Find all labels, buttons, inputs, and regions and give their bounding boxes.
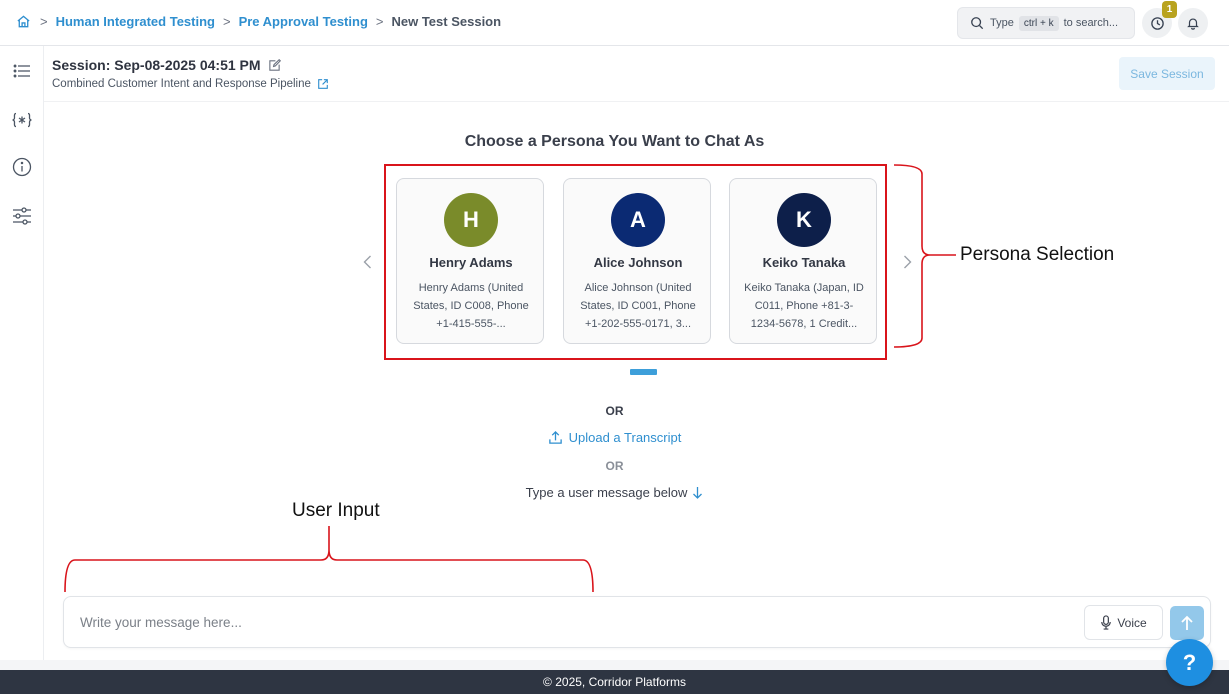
type-below-hint: Type a user message below <box>0 485 1229 500</box>
type-below-text: Type a user message below <box>525 485 688 500</box>
carousel-page-indicator[interactable] <box>630 369 657 375</box>
pipeline-name: Combined Customer Intent and Response Pi… <box>52 78 311 90</box>
breadcrumb-current: New Test Session <box>391 13 502 29</box>
upload-transcript-label: Upload a Transcript <box>568 430 682 445</box>
footer-copyright: © 2025, Corridor Platforms <box>543 675 686 689</box>
chevron-right-icon: > <box>40 13 48 29</box>
session-title-row: Session: Sep-08-2025 04:51 PM <box>52 57 281 73</box>
persona-name: Keiko Tanaka <box>762 255 846 270</box>
persona-description: Keiko Tanaka (Japan, ID C011, Phone +81-… <box>744 282 864 330</box>
message-composer: Voice <box>63 596 1211 648</box>
braces-asterisk-icon <box>12 112 32 128</box>
session-header: Session: Sep-08-2025 04:51 PM Combined C… <box>44 46 1229 102</box>
send-button[interactable] <box>1170 606 1204 640</box>
help-button[interactable]: ? <box>1166 639 1213 686</box>
avatar: K <box>777 193 831 247</box>
sliders-icon <box>13 207 31 225</box>
persona-description: Alice Johnson (United States, ID C001, P… <box>580 282 696 330</box>
info-icon <box>12 157 32 177</box>
message-input[interactable] <box>80 611 980 633</box>
avatar: A <box>611 193 665 247</box>
persona-description: Henry Adams (United States, ID C008, Pho… <box>413 282 529 330</box>
search-prefix: Type <box>990 17 1014 29</box>
history-badge: 1 <box>1162 1 1177 18</box>
edit-icon[interactable] <box>268 58 281 72</box>
external-link-icon[interactable] <box>317 78 329 90</box>
history-button[interactable]: 1 <box>1142 1 1177 38</box>
top-bar: > Human Integrated Testing > Pre Approva… <box>0 0 1229 46</box>
chevron-right-icon: > <box>375 13 384 29</box>
arrow-down-icon <box>693 486 703 499</box>
voice-button[interactable]: Voice <box>1084 605 1163 640</box>
user-input-annotation: User Input <box>292 500 380 521</box>
home-icon[interactable] <box>14 12 32 30</box>
rail-settings-button[interactable] <box>9 203 35 229</box>
persona-heading: Choose a Persona You Want to Chat As <box>464 133 765 150</box>
search-shortcut: ctrl + k <box>1018 15 1059 31</box>
rail-list-button[interactable] <box>9 58 35 84</box>
upload-icon <box>548 430 562 444</box>
breadcrumb: > Human Integrated Testing > Pre Approva… <box>14 11 501 31</box>
pipeline-row: Combined Customer Intent and Response Pi… <box>52 78 329 90</box>
search-icon <box>971 17 984 30</box>
save-session-button[interactable]: Save Session <box>1119 57 1215 90</box>
footer-spacer <box>0 660 1229 670</box>
persona-name: Alice Johnson <box>593 255 683 270</box>
rail-variables-button[interactable] <box>9 107 35 133</box>
footer: © 2025, Corridor Platforms <box>0 670 1229 694</box>
search-box[interactable]: Type ctrl + k to search... <box>957 7 1135 39</box>
avatar: H <box>444 193 498 247</box>
bell-icon <box>1187 18 1199 30</box>
carousel-prev-button[interactable] <box>360 252 374 272</box>
chevron-left-icon <box>363 255 371 269</box>
rail-info-button[interactable] <box>9 154 35 180</box>
persona-card-alice-johnson[interactable]: A Alice Johnson Alice Johnson (United St… <box>563 178 711 344</box>
or-divider: OR <box>605 459 624 473</box>
microphone-icon <box>1101 615 1112 630</box>
list-icon <box>13 64 30 78</box>
arrow-up-icon <box>1181 615 1193 630</box>
search-suffix: to search... <box>1063 17 1119 29</box>
breadcrumb-link-human-integrated-testing[interactable]: Human Integrated Testing <box>56 14 215 29</box>
notifications-button[interactable] <box>1178 8 1208 38</box>
persona-card-henry-adams[interactable]: H Henry Adams Henry Adams (United States… <box>396 178 544 344</box>
persona-name: Henry Adams <box>429 255 513 270</box>
bottom-brace-annotation <box>64 526 594 593</box>
breadcrumb-link-pre-approval-testing[interactable]: Pre Approval Testing <box>239 14 368 29</box>
persona-selection-annotation: Persona Selection <box>960 244 1115 265</box>
voice-label: Voice <box>1117 615 1147 630</box>
or-divider: OR <box>605 404 624 418</box>
page: > Human Integrated Testing > Pre Approva… <box>0 0 1229 694</box>
right-brace-annotation <box>893 164 956 348</box>
clock-icon <box>1150 16 1164 30</box>
upload-transcript-link[interactable]: Upload a Transcript <box>0 430 1229 445</box>
session-title: Session: Sep-08-2025 04:51 PM <box>52 57 261 73</box>
chevron-right-icon: > <box>222 13 231 29</box>
persona-card-keiko-tanaka[interactable]: K Keiko Tanaka Keiko Tanaka (Japan, ID C… <box>729 178 877 344</box>
